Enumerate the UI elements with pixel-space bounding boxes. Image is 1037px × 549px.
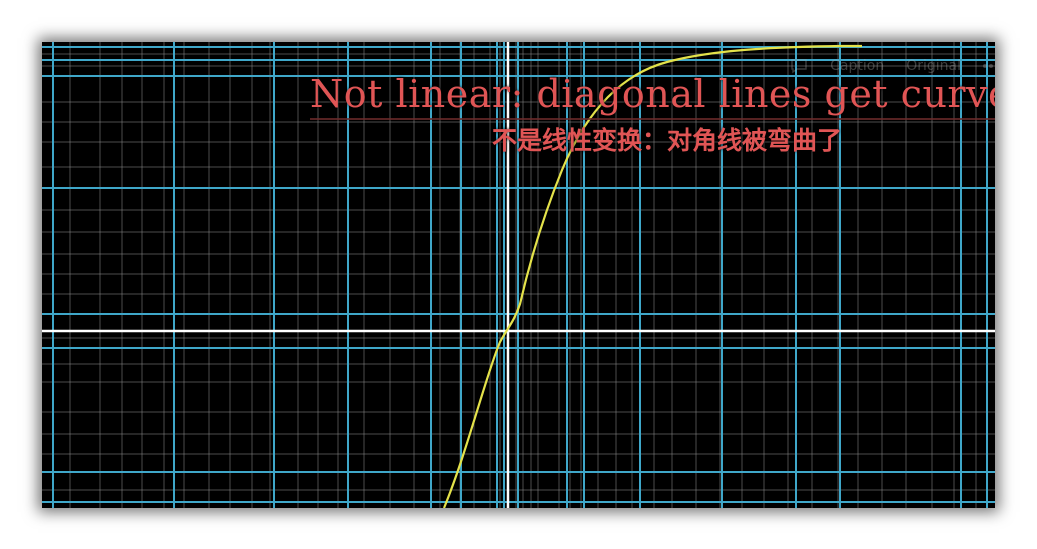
subtitle-chinese: 不是线性变换：对角线被弯曲了 [492,126,843,155]
subtitle-underline [310,118,995,120]
more-icon[interactable] [983,62,995,70]
video-frame[interactable]: Caption Original Not linear: diagonal li… [42,42,995,508]
subtitle-english: Not linear: diagonal lines get curved [310,72,995,116]
